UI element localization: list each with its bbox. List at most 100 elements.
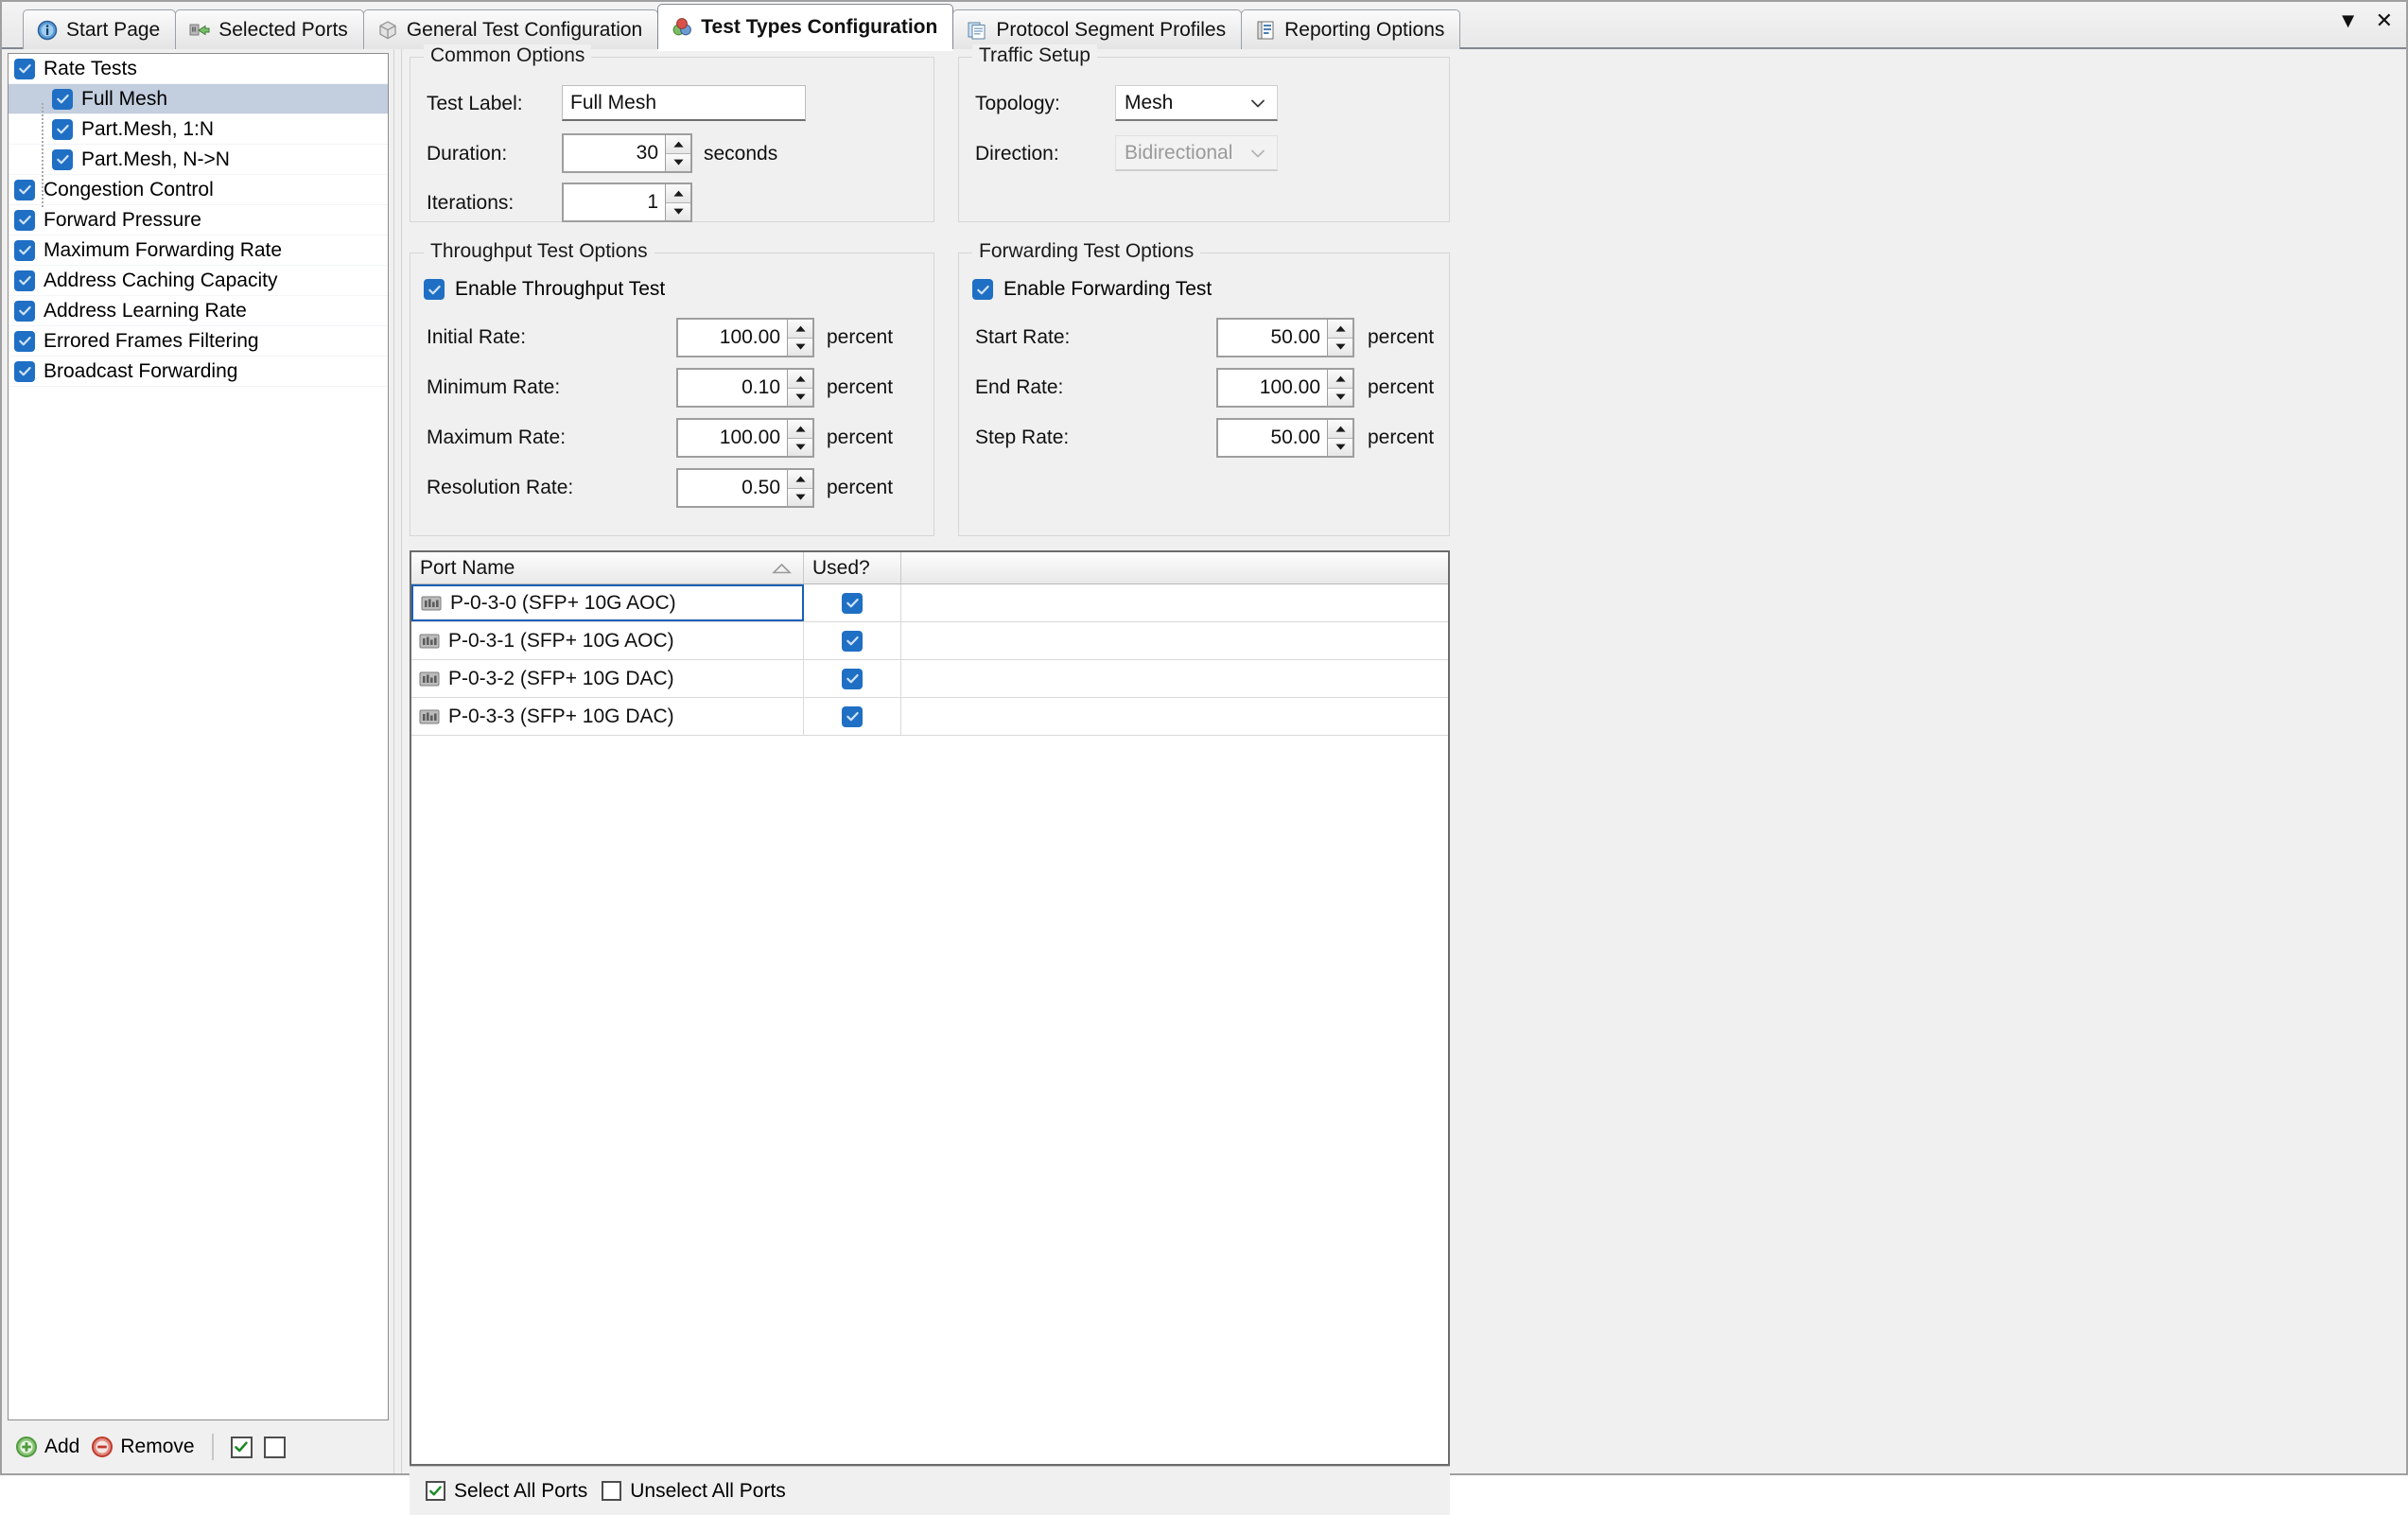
test-tree[interactable]: Rate Tests Full Mesh Part.Mesh, 1:N [8, 53, 389, 1420]
checkbox-box[interactable] [424, 279, 445, 300]
tree-item-address-learning-rate[interactable]: Address Learning Rate [9, 296, 388, 326]
tree-item-forward-pressure[interactable]: Forward Pressure [9, 205, 388, 235]
port-grid[interactable]: Port Name Used? [411, 552, 1448, 736]
tree-checkbox[interactable] [14, 180, 35, 200]
spin-up-icon[interactable] [666, 184, 690, 203]
maximum-rate-stepper[interactable]: 100.00 [676, 418, 814, 458]
uncheck-all-button[interactable] [264, 1437, 286, 1458]
test-label-input[interactable]: Full Mesh [562, 85, 806, 121]
port-used-checkbox[interactable] [842, 669, 863, 689]
port-used-checkbox[interactable] [842, 706, 863, 727]
table-row[interactable]: P-0-3-0 (SFP+ 10G AOC) [411, 584, 1448, 622]
unselect-all-ports-checkbox[interactable]: Unselect All Ports [602, 1480, 786, 1503]
tree-checkbox[interactable] [52, 89, 73, 110]
spin-down-icon[interactable] [788, 339, 812, 357]
tree-item-part-mesh-1n[interactable]: Part.Mesh, 1:N [9, 114, 388, 145]
tree-item-broadcast-forwarding[interactable]: Broadcast Forwarding [9, 357, 388, 387]
spin-buttons[interactable] [1327, 420, 1352, 456]
tree-item-full-mesh[interactable]: Full Mesh [9, 84, 388, 114]
spin-up-icon[interactable] [788, 370, 812, 389]
initial-rate-stepper[interactable]: 100.00 [676, 318, 814, 357]
check-all-button[interactable] [231, 1437, 253, 1458]
add-button[interactable]: Add [15, 1436, 79, 1458]
tree-checkbox[interactable] [52, 149, 73, 170]
port-used-cell[interactable] [804, 660, 901, 697]
spin-down-icon[interactable] [788, 439, 812, 457]
iterations-stepper[interactable]: 1 [562, 183, 692, 222]
enable-throughput-test-checkbox[interactable]: Enable Throughput Test [424, 278, 665, 301]
column-header-port-name[interactable]: Port Name [411, 552, 804, 583]
table-row[interactable]: P-0-3-3 (SFP+ 10G DAC) [411, 698, 1448, 736]
spin-up-icon[interactable] [1328, 420, 1352, 439]
spin-down-icon[interactable] [1328, 439, 1352, 457]
spin-up-icon[interactable] [788, 420, 812, 439]
port-used-cell[interactable] [804, 698, 901, 735]
enable-forwarding-test-checkbox[interactable]: Enable Forwarding Test [972, 278, 1212, 301]
checkbox-box[interactable] [426, 1481, 445, 1501]
column-header-used[interactable]: Used? [804, 552, 901, 583]
tab-protocol-segment-profiles[interactable]: Protocol Segment Profiles [952, 9, 1242, 49]
port-used-checkbox[interactable] [842, 631, 863, 652]
tab-selected-ports[interactable]: Selected Ports [175, 9, 364, 49]
tree-item-errored-frames-filtering[interactable]: Errored Frames Filtering [9, 326, 388, 357]
table-row[interactable]: P-0-3-2 (SFP+ 10G DAC) [411, 660, 1448, 698]
end-rate-stepper[interactable]: 100.00 [1216, 368, 1354, 408]
spin-down-icon[interactable] [1328, 339, 1352, 357]
spin-down-icon[interactable] [1328, 389, 1352, 407]
tab-start-page[interactable]: Start Page [23, 9, 176, 49]
tree-checkbox[interactable] [14, 331, 35, 352]
tree-item-address-caching-capacity[interactable]: Address Caching Capacity [9, 266, 388, 296]
duration-spin-buttons[interactable] [665, 135, 690, 171]
spin-buttons[interactable] [1327, 320, 1352, 356]
spin-up-icon[interactable] [788, 470, 812, 489]
tab-test-types-configuration[interactable]: Test Types Configuration [657, 4, 953, 49]
tab-general-test-configuration[interactable]: General Test Configuration [363, 9, 658, 49]
iterations-spin-buttons[interactable] [665, 184, 690, 220]
tree-item-congestion-control[interactable]: Congestion Control [9, 175, 388, 205]
tree-item-part-mesh-nn[interactable]: Part.Mesh, N->N [9, 145, 388, 175]
port-name-cell[interactable]: P-0-3-3 (SFP+ 10G DAC) [411, 698, 804, 735]
spin-buttons[interactable] [787, 370, 812, 406]
checkbox-box[interactable] [602, 1481, 621, 1501]
spin-up-icon[interactable] [1328, 320, 1352, 339]
port-used-cell[interactable] [804, 584, 901, 621]
spin-down-icon[interactable] [666, 203, 690, 221]
checkbox-box[interactable] [972, 279, 993, 300]
port-name-cell[interactable]: P-0-3-2 (SFP+ 10G DAC) [411, 660, 804, 697]
spin-up-icon[interactable] [666, 135, 690, 154]
spin-buttons[interactable] [787, 470, 812, 506]
port-used-cell[interactable] [804, 622, 901, 659]
topology-select[interactable]: Mesh [1115, 85, 1278, 121]
tree-checkbox[interactable] [52, 119, 73, 140]
spin-buttons[interactable] [787, 420, 812, 456]
direction-select[interactable]: Bidirectional [1115, 135, 1278, 171]
select-all-ports-checkbox[interactable]: Select All Ports [426, 1480, 587, 1503]
port-name-cell[interactable]: P-0-3-1 (SFP+ 10G AOC) [411, 622, 804, 659]
tab-list-dropdown-icon[interactable]: ▼ [2338, 10, 2359, 31]
step-rate-stepper[interactable]: 50.00 [1216, 418, 1354, 458]
tree-checkbox[interactable] [14, 210, 35, 231]
table-row[interactable]: P-0-3-1 (SFP+ 10G AOC) [411, 622, 1448, 660]
tree-checkbox[interactable] [14, 361, 35, 382]
remove-button[interactable]: Remove [91, 1436, 194, 1458]
spin-down-icon[interactable] [788, 489, 812, 507]
spin-down-icon[interactable] [788, 389, 812, 407]
tree-checkbox[interactable] [14, 240, 35, 261]
pane-splitter[interactable] [393, 49, 402, 1473]
tab-reporting-options[interactable]: Reporting Options [1241, 9, 1460, 49]
tree-item-maximum-forwarding-rate[interactable]: Maximum Forwarding Rate [9, 235, 388, 266]
minimum-rate-stepper[interactable]: 0.10 [676, 368, 814, 408]
tree-item-rate-tests[interactable]: Rate Tests [9, 54, 388, 84]
close-icon[interactable]: ✕ [2376, 10, 2393, 31]
tree-checkbox[interactable] [14, 270, 35, 291]
tree-checkbox[interactable] [14, 59, 35, 79]
resolution-rate-stepper[interactable]: 0.50 [676, 468, 814, 508]
spin-down-icon[interactable] [666, 154, 690, 172]
start-rate-stepper[interactable]: 50.00 [1216, 318, 1354, 357]
spin-up-icon[interactable] [788, 320, 812, 339]
spin-up-icon[interactable] [1328, 370, 1352, 389]
spin-buttons[interactable] [787, 320, 812, 356]
port-used-checkbox[interactable] [842, 593, 863, 614]
duration-stepper[interactable]: 30 [562, 133, 692, 173]
tree-checkbox[interactable] [14, 301, 35, 322]
